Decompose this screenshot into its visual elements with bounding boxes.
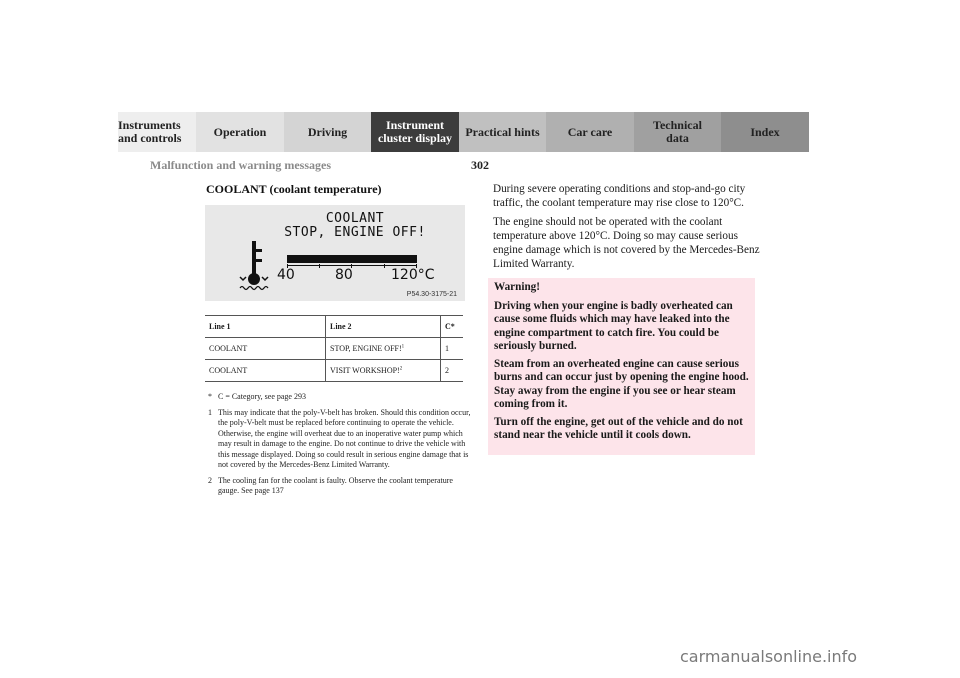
page-number: 302 [471,158,489,172]
footnote: 1 This may indicate that the poly-V-belt… [208,408,474,471]
chapter-nav: Instruments and controls Operation Drivi… [118,112,809,152]
tab-label: Index [750,124,780,139]
column-header: Line 1 [205,315,326,338]
image-reference: P54.30-3175-21 [406,291,457,298]
cell-line1: COOLANT [205,337,326,360]
tab-label: Operation [213,124,267,139]
body-text: During severe operating conditions and s… [493,182,763,276]
tab-label: Car care [567,124,613,139]
scale-label-40: 40 [277,267,295,283]
display-line-1: COOLANT [325,211,385,226]
tab-label: Technical data [653,118,702,145]
tab-instrument-cluster-display[interactable]: Instrument cluster display [371,112,459,152]
tab-label: Instruments and controls [118,118,182,145]
tab-practical-hints[interactable]: Practical hints [459,112,546,152]
tab-label: Instrument cluster display [377,118,453,145]
cluster-display-illustration: COOLANT STOP, ENGINE OFF! 40 80 120°C P5… [205,205,465,301]
footnote-text: The cooling fan for the coolant is fault… [218,475,453,496]
temperature-gauge [287,255,417,268]
watermark: carmanualsonline.info [680,647,858,666]
gauge-fill [287,255,417,263]
tab-technical-data[interactable]: Technical data [634,112,721,152]
warning-paragraph: Steam from an overheated engine can caus… [494,357,749,411]
cell-line2: VISIT WORKSHOP!2 [325,359,441,382]
tab-car-care[interactable]: Car care [546,112,634,152]
subsection-heading: COOLANT (coolant temperature) [206,182,382,196]
footnote-text: This may indicate that the poly-V-belt h… [218,407,471,470]
tab-label: Driving [307,124,348,139]
paragraph: During severe operating conditions and s… [493,183,746,209]
footnote-ref: 2 [399,366,403,372]
table-row: COOLANT STOP, ENGINE OFF!1 1 [205,337,463,360]
cell-line1: COOLANT [205,359,326,382]
coolant-thermometer-icon [239,241,269,291]
tab-label: Practical hints [465,124,540,139]
footnotes: * C = Category, see page 293 1 This may … [208,392,474,502]
cell-category: 1 [440,337,463,360]
column-header: Line 2 [325,315,441,338]
tab-index[interactable]: Index [721,112,809,152]
message-table: Line 1 Line 2 C* COOLANT STOP, ENGINE OF… [205,315,463,382]
paragraph: The engine should not be operated with t… [493,216,760,270]
column-header: C* [440,315,463,338]
gauge-tick [319,264,320,268]
cell-category: 2 [440,359,463,382]
cell-text: VISIT WORKSHOP! [330,366,400,375]
footnote-ref: 1 [401,344,405,350]
scale-label-80: 80 [335,267,353,283]
display-line-2: STOP, ENGINE OFF! [284,225,426,240]
tab-operation[interactable]: Operation [196,112,284,152]
footnote-marker: 2 [208,475,212,485]
tab-driving[interactable]: Driving [284,112,371,152]
footnote-marker: * [208,392,212,401]
cell-text: STOP, ENGINE OFF! [330,344,402,353]
table-row: COOLANT VISIT WORKSHOP!2 2 [205,359,463,382]
footnote: 2 The cooling fan for the coolant is fau… [208,476,474,497]
table-header-row: Line 1 Line 2 C* [205,315,463,338]
footnote-marker: 1 [208,407,212,417]
section-title: Malfunction and warning messages [150,158,332,172]
warning-box: Warning! Driving when your engine is bad… [488,278,755,455]
gauge-tick [384,264,385,268]
cell-line2: STOP, ENGINE OFF!1 [325,337,441,360]
footnote-text: C = Category, see page 293 [218,392,306,401]
warning-paragraph: Turn off the engine, get out of the vehi… [494,415,743,442]
footnote: * C = Category, see page 293 [208,392,474,403]
scale-label-120: 120°C [391,267,435,283]
warning-title: Warning! [494,281,541,293]
warning-paragraph: Driving when your engine is badly overhe… [494,299,733,353]
tab-instruments-and-controls[interactable]: Instruments and controls [118,112,196,152]
gauge-axis [287,265,417,266]
